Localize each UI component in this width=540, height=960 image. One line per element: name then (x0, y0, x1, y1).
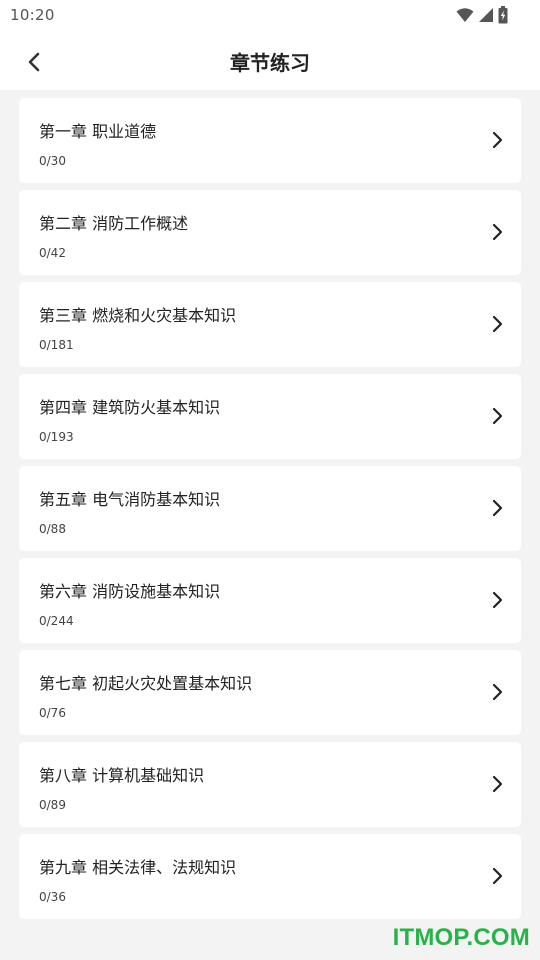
chapter-item-9[interactable]: 第九章 相关法律、法规知识 0/36 (19, 834, 521, 919)
chapter-title: 第七章 初起火灾处置基本知识 (39, 674, 253, 693)
chapter-progress: 0/76 (39, 706, 66, 720)
chapter-title: 第八章 计算机基础知识 (39, 766, 205, 785)
chapter-item-1[interactable]: 第一章 职业道德 0/30 (19, 98, 521, 183)
chapter-list: 第一章 职业道德 0/30 第二章 消防工作概述 0/42 第三章 燃烧和火灾基… (19, 98, 521, 926)
chapter-progress: 0/30 (39, 154, 66, 168)
chapter-progress: 0/244 (39, 614, 74, 628)
chapter-progress: 0/181 (39, 338, 74, 352)
status-icons (456, 5, 508, 25)
status-bar: 10:20 (0, 0, 540, 32)
chapter-title: 第一章 职业道德 (39, 122, 157, 141)
chapter-item-5[interactable]: 第五章 电气消防基本知识 0/88 (19, 466, 521, 551)
chapter-item-3[interactable]: 第三章 燃烧和火灾基本知识 0/181 (19, 282, 521, 367)
chapter-progress: 0/88 (39, 522, 66, 536)
chapter-progress: 0/42 (39, 246, 66, 260)
chapter-title: 第九章 相关法律、法规知识 (39, 858, 237, 877)
status-time: 10:20 (10, 6, 55, 24)
chevron-right-icon (492, 775, 503, 793)
chapter-item-2[interactable]: 第二章 消防工作概述 0/42 (19, 190, 521, 275)
chevron-right-icon (492, 867, 503, 885)
chevron-right-icon (492, 591, 503, 609)
signal-icon (479, 8, 493, 22)
chapter-title: 第五章 电气消防基本知识 (39, 490, 221, 509)
chapter-progress: 0/89 (39, 798, 66, 812)
chevron-right-icon (492, 499, 503, 517)
chapter-title: 第二章 消防工作概述 (39, 214, 189, 233)
watermark: ITMOP.COM (392, 924, 530, 951)
chapter-item-4[interactable]: 第四章 建筑防火基本知识 0/193 (19, 374, 521, 459)
chapter-progress: 0/36 (39, 890, 66, 904)
chevron-right-icon (492, 315, 503, 333)
wifi-icon (456, 8, 474, 22)
chevron-right-icon (492, 683, 503, 701)
chevron-right-icon (492, 223, 503, 241)
chapter-item-8[interactable]: 第八章 计算机基础知识 0/89 (19, 742, 521, 827)
chapter-title: 第六章 消防设施基本知识 (39, 582, 221, 601)
chapter-title: 第四章 建筑防火基本知识 (39, 398, 221, 417)
chapter-title: 第三章 燃烧和火灾基本知识 (39, 306, 237, 325)
chapter-progress: 0/193 (39, 430, 74, 444)
chevron-right-icon (492, 131, 503, 149)
page-title: 章节练习 (230, 51, 310, 75)
chevron-right-icon (492, 407, 503, 425)
chapter-item-6[interactable]: 第六章 消防设施基本知识 0/244 (19, 558, 521, 643)
chapter-item-7[interactable]: 第七章 初起火灾处置基本知识 0/76 (19, 650, 521, 735)
app-bar: 章节练习 (0, 32, 540, 90)
battery-icon (498, 6, 508, 24)
